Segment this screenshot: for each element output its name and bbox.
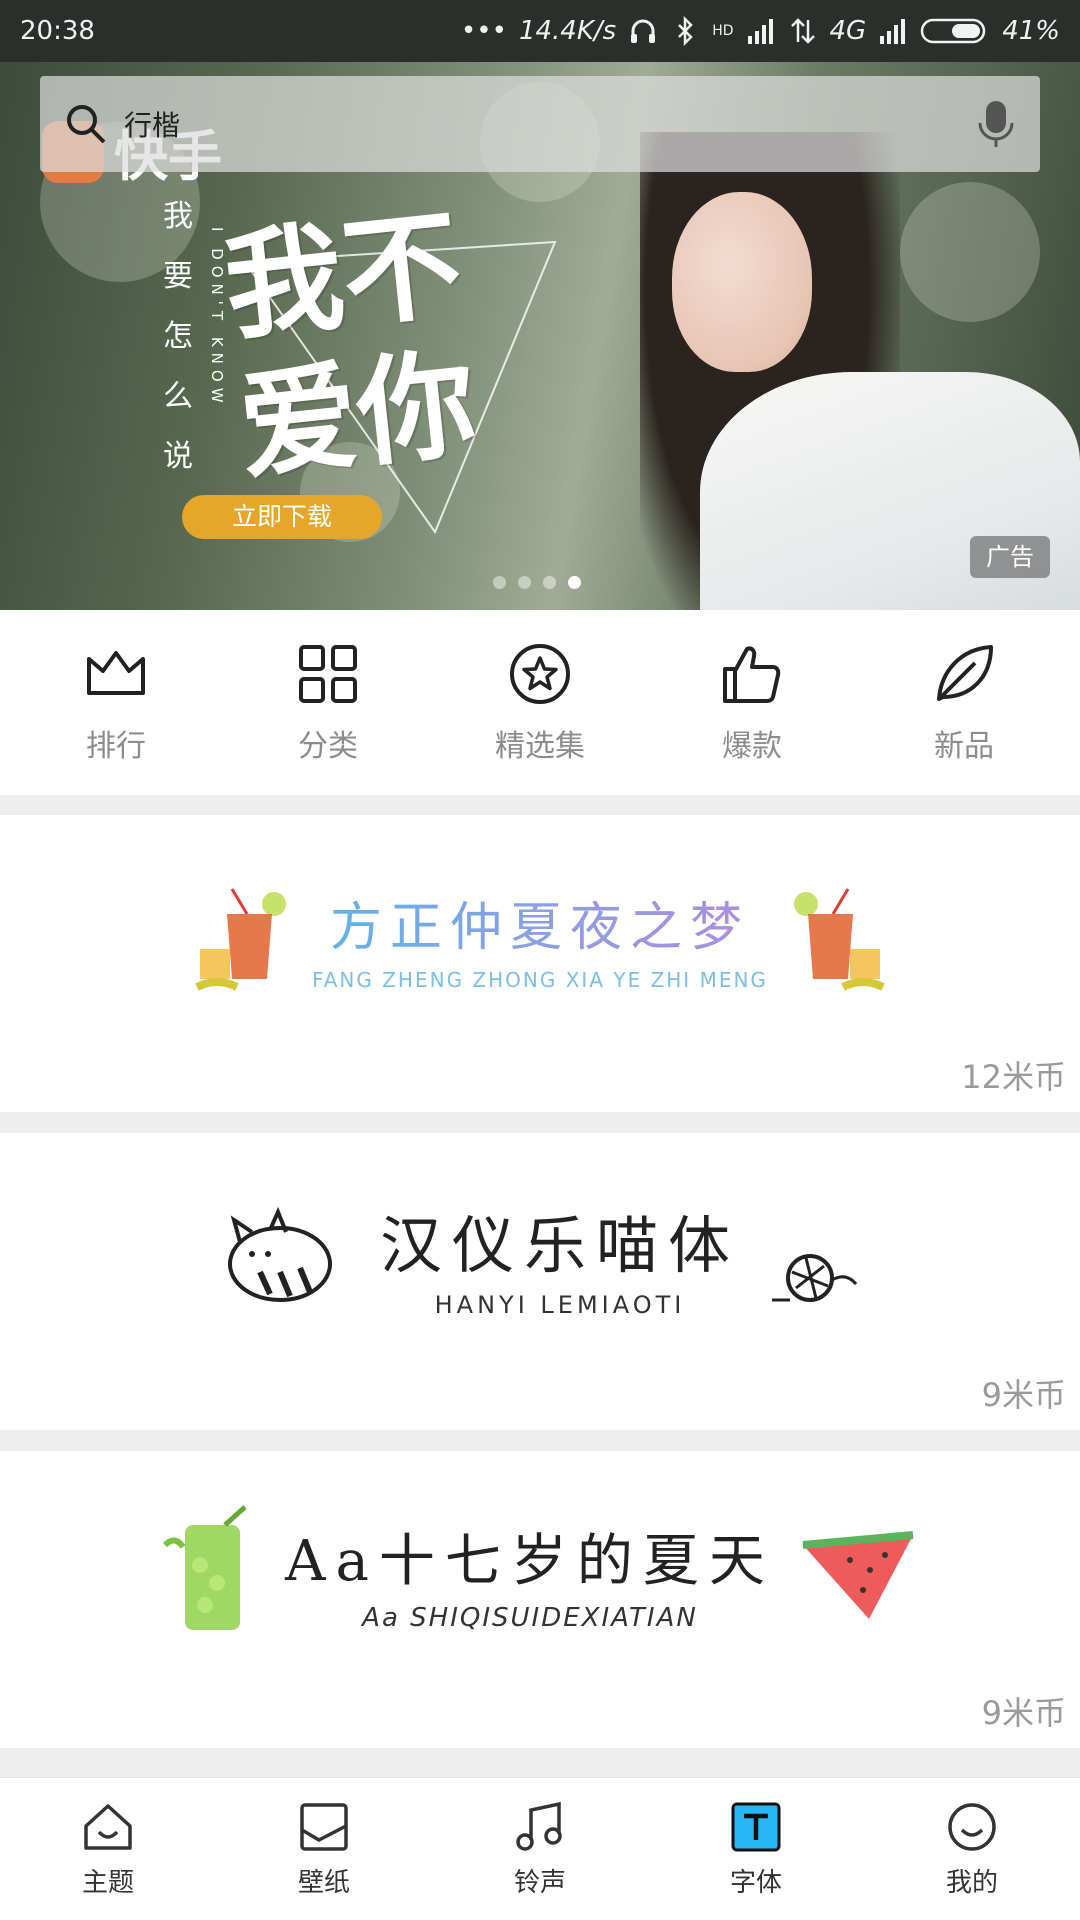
font-title: Aa十七岁的夏天: [285, 1529, 775, 1594]
font-subtitle: Aa SHIQISUIDEXIATIAN: [362, 1603, 698, 1633]
signal-icon-2: [880, 19, 906, 44]
tab-ringtone[interactable]: 铃声: [450, 1800, 630, 1899]
font-price: 9米币: [981, 1376, 1066, 1414]
font-price: 9米币: [981, 1694, 1066, 1732]
music-note-icon: [516, 1801, 562, 1851]
grid-icon: [299, 644, 357, 703]
tab-font-active[interactable]: 字体: [666, 1800, 846, 1899]
category-new[interactable]: 新品: [874, 641, 1054, 765]
bokeh-light: [900, 182, 1040, 322]
banner-title: 我不 爱你: [218, 187, 546, 497]
category-label: 分类: [298, 728, 358, 764]
search-icon: [67, 105, 106, 144]
category-label: 精选集: [495, 728, 585, 764]
status-net-speed: 14.4K/s: [518, 16, 617, 46]
category-label: 排行: [86, 728, 146, 764]
font-title: 方正仲夏夜之梦: [312, 885, 768, 960]
font-card[interactable]: Aa十七岁的夏天 Aa SHIQISUIDEXIATIAN 9米币: [0, 1451, 1080, 1748]
thumbs-up-icon: [723, 646, 781, 703]
watermelon-icon: [802, 1530, 914, 1619]
microphone-icon[interactable]: [976, 99, 1016, 149]
font-price: 12米币: [961, 1058, 1066, 1096]
font-subtitle: HANYI LEMIAOTI: [434, 1290, 686, 1319]
tab-wallpaper[interactable]: 壁纸: [234, 1800, 414, 1899]
font-preview: Aa十七岁的夏天 Aa SHIQISUIDEXIATIAN: [0, 1451, 1080, 1698]
download-button[interactable]: 立即下载: [182, 495, 382, 539]
category-hot[interactable]: 爆款: [662, 641, 842, 765]
star-circle-icon: [510, 643, 570, 704]
font-subtitle: FANG ZHENG ZHONG XIA YE ZHI MENG: [312, 968, 768, 992]
banner-model-face: [672, 192, 812, 372]
vertical-char: 我: [163, 199, 193, 234]
category-label: 爆款: [722, 728, 782, 764]
font-preview: 汉仪乐喵体 HANYI LEMIAOTI: [0, 1133, 1080, 1380]
status-bar: 20:38 ••• 14.4K/s HD 4G 41%: [0, 0, 1080, 62]
leaf-icon: [937, 644, 993, 701]
battery-level: 41%: [1002, 16, 1060, 46]
category-classify[interactable]: 分类: [238, 641, 418, 765]
tab-label: 我的: [945, 1867, 998, 1898]
carousel-indicator: [493, 576, 581, 589]
wallpaper-icon: [300, 1802, 348, 1851]
cocktail-glass-icon: [195, 887, 287, 991]
carousel-dot[interactable]: [518, 576, 531, 589]
search-input[interactable]: 行楷: [124, 104, 180, 144]
smiley-icon: [948, 1802, 996, 1851]
tab-label: 铃声: [513, 1867, 566, 1898]
carousel-dot-active[interactable]: [568, 576, 581, 589]
vertical-char: 怎: [163, 319, 193, 354]
vertical-char: 么: [163, 379, 193, 414]
font-card[interactable]: 汉仪乐喵体 HANYI LEMIAOTI 9米币: [0, 1133, 1080, 1430]
data-transfer-icon: [790, 18, 815, 44]
ad-badge: 广告: [970, 536, 1050, 578]
status-time: 20:38: [20, 16, 95, 46]
hd-label: HD: [712, 23, 734, 39]
carousel-dot[interactable]: [493, 576, 506, 589]
cocktail-glass-icon: [793, 887, 885, 991]
yarn-ball-icon: [772, 1253, 858, 1302]
status-dots: •••: [460, 16, 507, 46]
bottom-nav: 主题 壁纸 铃声 字体 我的: [0, 1777, 1080, 1920]
search-bar[interactable]: 行楷: [40, 76, 1040, 172]
tab-label: 壁纸: [297, 1867, 350, 1898]
tab-label: 字体: [729, 1867, 782, 1898]
tab-mine[interactable]: 我的: [882, 1800, 1062, 1899]
tab-theme[interactable]: 主题: [18, 1800, 198, 1899]
category-label: 新品: [934, 728, 994, 764]
font-card[interactable]: 方正仲夏夜之梦 FANG ZHENG ZHONG XIA YE ZHI MENG…: [0, 815, 1080, 1112]
battery-icon: [920, 18, 986, 44]
bluetooth-icon: [678, 16, 693, 46]
home-icon: [84, 1803, 132, 1850]
crown-icon: [87, 650, 145, 695]
category-ranking[interactable]: 排行: [26, 641, 206, 765]
carousel-dot[interactable]: [543, 576, 556, 589]
vertical-char: 要: [163, 259, 193, 294]
tab-label: 主题: [81, 1867, 134, 1898]
font-t-icon: [731, 1802, 781, 1851]
font-preview: 方正仲夏夜之梦 FANG ZHENG ZHONG XIA YE ZHI MENG: [0, 815, 1080, 1062]
green-drink-icon: [162, 1504, 247, 1630]
vertical-char: 说: [163, 439, 193, 474]
banner-vertical-text: 我 要 怎 么 说: [160, 187, 196, 487]
headphones-icon: [631, 19, 656, 43]
font-title: 汉仪乐喵体: [379, 1208, 740, 1282]
category-nav: 排行 分类 精选集 爆款 新品: [0, 610, 1080, 795]
network-type: 4G: [829, 16, 867, 46]
category-featured[interactable]: 精选集: [450, 641, 630, 765]
cat-doodle-icon: [227, 1206, 332, 1302]
signal-icon: [747, 19, 773, 44]
